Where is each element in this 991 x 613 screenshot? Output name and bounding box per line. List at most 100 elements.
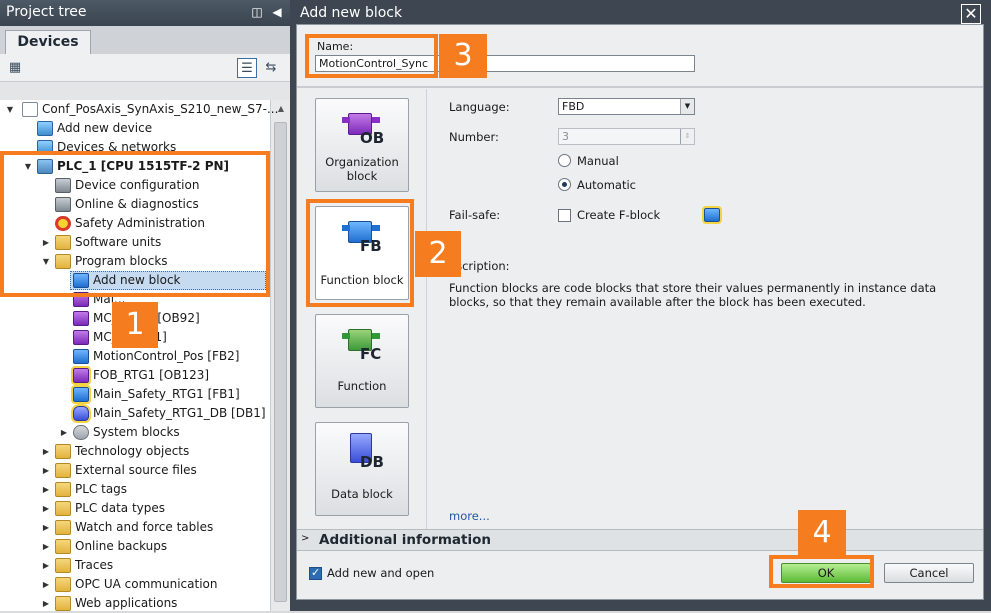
folder-icon — [55, 596, 71, 611]
cancel-button[interactable]: Cancel — [884, 563, 974, 583]
tree-item[interactable]: ▶ Traces — [0, 556, 270, 575]
tab-devices[interactable]: Devices — [5, 30, 91, 54]
callout-badge-1: 1 — [112, 302, 158, 348]
folder-icon — [55, 501, 71, 516]
create-fblock-checkbox[interactable] — [558, 209, 571, 222]
project-view-icon[interactable]: ▦ — [5, 58, 25, 78]
tree-item-label: Technology objects — [75, 444, 190, 458]
automatic-radio-label: Automatic — [577, 178, 636, 192]
list-view-icon[interactable]: ☰ — [237, 58, 257, 78]
callout-box-2 — [306, 199, 414, 307]
tree-toolbar: ▦ ☰ ⇆ — [0, 54, 290, 82]
expand-right-icon[interactable]: ▶ — [41, 461, 51, 480]
tree-item-label: Watch and force tables — [75, 520, 214, 534]
tree-item-label: Main_Safety_RTG1 [FB1] — [93, 387, 240, 401]
tree-item-label: PLC data types — [75, 501, 166, 515]
tree-item[interactable]: ▶ PLC data types — [0, 499, 270, 518]
organization-block-button[interactable]: OB Organization block — [315, 98, 409, 192]
expand-right-icon[interactable]: ▶ — [41, 480, 51, 499]
fblock-icon — [702, 206, 722, 224]
tree-item-label: External source files — [75, 463, 197, 477]
tree-item[interactable]: MotionControl_Pos [FB2] — [0, 347, 270, 366]
tree-scrollbar[interactable]: ▲ — [270, 100, 290, 611]
function-button[interactable]: FC Function — [315, 314, 409, 408]
number-spinner: 3 ⇕ — [558, 128, 695, 145]
number-label: Number: — [449, 130, 499, 144]
language-select[interactable]: FBD ▼ — [558, 98, 695, 115]
tree-item[interactable]: Main_Safety_RTG1 [FB1] — [0, 385, 270, 404]
data-block-label: Data block — [331, 487, 393, 501]
expand-right-icon[interactable]: ▶ — [41, 575, 51, 594]
create-fblock-label: Create F-block — [577, 208, 661, 222]
tree-item[interactable]: ▶ External source files — [0, 461, 270, 480]
tree-item[interactable]: Main_Safety_RTG1_DB [DB1] — [0, 404, 270, 423]
dialog-body: Name: MotionControl_Sync OB Organization… — [296, 24, 984, 600]
callout-box-4 — [769, 555, 874, 588]
tree-item[interactable]: ▶ Online backups — [0, 537, 270, 556]
additional-information-label: Additional information — [319, 532, 491, 548]
manual-radio[interactable] — [558, 154, 571, 167]
expand-right-icon[interactable]: ▶ — [41, 594, 51, 613]
tree-tab-strip: Devices — [0, 26, 290, 54]
tree-item[interactable]: ▶ Technology objects — [0, 442, 270, 461]
folder-icon — [55, 463, 71, 478]
tree-item-label: Traces — [75, 558, 114, 572]
scroll-thumb[interactable] — [274, 122, 287, 602]
expand-right-icon[interactable]: ▶ — [59, 423, 69, 442]
tree-item-label: FOB_RTG1 [OB123] — [93, 368, 210, 382]
folder-icon — [55, 482, 71, 497]
chevron-right-icon[interactable]: > — [301, 533, 313, 548]
block-properties: Language: FBD ▼ Number: 3 ⇕ Manual Autom… — [428, 89, 983, 529]
failsafe-label: Fail-safe: — [449, 208, 501, 222]
expand-down-icon[interactable]: ▼ — [5, 100, 15, 119]
expand-right-icon[interactable]: ▶ — [41, 556, 51, 575]
expand-right-icon[interactable]: ▶ — [41, 442, 51, 461]
tree-item[interactable]: ▶ OPC UA communication — [0, 575, 270, 594]
additional-information-bar[interactable]: > Additional information — [297, 529, 983, 551]
tree-item[interactable]: Add new device — [0, 119, 270, 138]
tree-item[interactable]: ▶ PLC tags — [0, 480, 270, 499]
expand-right-icon[interactable]: ▶ — [41, 499, 51, 518]
description-text: Function blocks are code blocks that sto… — [449, 281, 937, 309]
folder-icon — [55, 539, 71, 554]
add-device-icon — [37, 121, 53, 136]
tree-item[interactable]: ▶ Watch and force tables — [0, 518, 270, 537]
go-online-icon[interactable]: ⇆ — [261, 58, 281, 78]
dialog-footer: Add new and open OK Cancel — [297, 552, 983, 599]
ob-safety-block-icon — [71, 366, 91, 385]
folder-icon — [55, 558, 71, 573]
dialog-title: Add new block — [300, 5, 403, 21]
document-icon — [22, 102, 38, 117]
tree-item-label: Web applications — [75, 596, 178, 610]
tree-item[interactable]: ▼ Conf_PosAxis_SynAxis_S210_new_S7-... — [0, 100, 278, 119]
automatic-radio[interactable] — [558, 178, 571, 191]
project-tree-title: Project tree — [6, 4, 87, 20]
chevron-down-icon[interactable]: ▼ — [680, 99, 694, 114]
ob-block-icon — [73, 311, 89, 326]
collapse-left-icon[interactable]: ◀ — [270, 4, 284, 20]
expand-right-icon[interactable]: ▶ — [41, 537, 51, 556]
tree-item-label: Conf_PosAxis_SynAxis_S210_new_S7-... — [42, 102, 279, 116]
add-new-and-open-label: Add new and open — [327, 566, 435, 580]
function-label: Function — [337, 379, 387, 393]
expand-right-icon[interactable]: ▶ — [41, 518, 51, 537]
callout-badge-3: 3 — [439, 34, 487, 78]
gear-icon — [73, 425, 89, 440]
callout-box-1 — [0, 151, 270, 297]
tree-item[interactable]: ▶ System blocks — [0, 423, 270, 442]
tree-item[interactable]: ▶ Web applications — [0, 594, 270, 613]
add-new-and-open-checkbox[interactable] — [309, 566, 322, 580]
panel-toggle-icon[interactable]: ◫ — [250, 4, 264, 20]
organization-block-icon: OB — [342, 109, 384, 147]
more-link[interactable]: more... — [449, 509, 490, 523]
manual-radio-label: Manual — [577, 154, 619, 168]
fb-block-icon — [73, 349, 89, 364]
tree-item-label: Add new device — [57, 121, 153, 135]
tree-item-label: Main_Safety_RTG1_DB [DB1] — [93, 406, 266, 420]
tree-item-label: OPC UA communication — [75, 577, 218, 591]
callout-box-3 — [305, 34, 438, 78]
function-icon: FC — [342, 325, 382, 363]
data-block-button[interactable]: DB Data block — [315, 422, 409, 516]
tree-item[interactable]: FOB_RTG1 [OB123] — [0, 366, 270, 385]
close-icon[interactable]: ✕ — [961, 4, 981, 24]
